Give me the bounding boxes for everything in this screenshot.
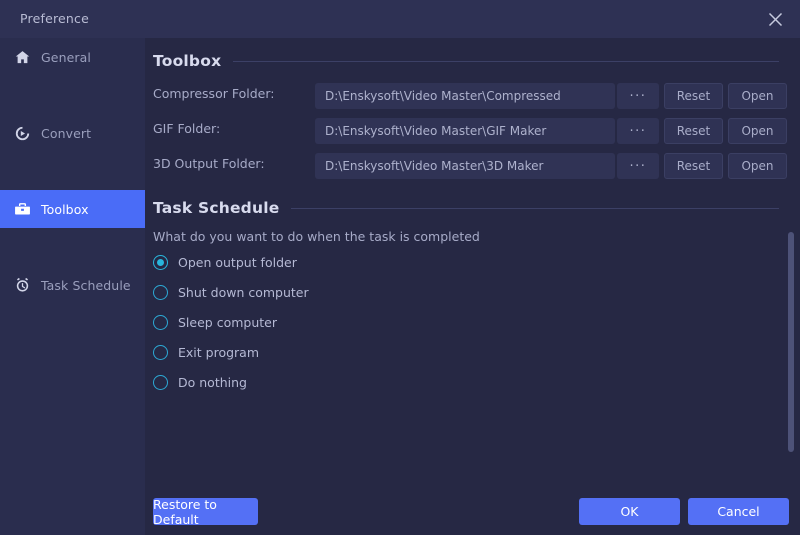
gif-folder-browse-button[interactable]: ··· <box>617 118 659 144</box>
sidebar-item-general[interactable]: General <box>0 38 145 76</box>
radio-mark <box>153 315 168 330</box>
section-divider <box>233 60 779 62</box>
3d-output-folder-label: 3D Output Folder: <box>153 156 265 171</box>
radio-mark <box>153 255 168 270</box>
window-title: Preference <box>20 11 90 26</box>
radio-label: Exit program <box>178 345 259 360</box>
alarm-clock-icon <box>12 275 32 295</box>
gif-folder-reset-button[interactable]: Reset <box>664 118 723 144</box>
gif-folder-input[interactable]: D:\Enskysoft\Video Master\GIF Maker <box>315 118 615 144</box>
preference-dialog: Preference General Convert Toolbox Task … <box>0 0 800 535</box>
sidebar-item-task-schedule[interactable]: Task Schedule <box>0 266 145 304</box>
radio-sleep-computer[interactable]: Sleep computer <box>153 315 277 330</box>
section-title: Task Schedule <box>153 199 280 217</box>
compressor-folder-label: Compressor Folder: <box>153 86 275 101</box>
section-divider <box>291 207 779 209</box>
radio-do-nothing[interactable]: Do nothing <box>153 375 247 390</box>
convert-icon <box>12 123 32 143</box>
restore-to-default-button[interactable]: Restore to Default <box>153 497 258 527</box>
compressor-folder-input[interactable]: D:\Enskysoft\Video Master\Compressed <box>315 83 615 109</box>
gif-folder-open-button[interactable]: Open <box>728 118 787 144</box>
radio-label: Sleep computer <box>178 315 277 330</box>
cancel-button[interactable]: Cancel <box>688 498 789 525</box>
radio-open-output-folder[interactable]: Open output folder <box>153 255 297 270</box>
main-panel: Toolbox Compressor Folder: D:\Enskysoft\… <box>145 38 800 535</box>
compressor-folder-reset-button[interactable]: Reset <box>664 83 723 109</box>
sidebar-item-toolbox[interactable]: Toolbox <box>0 190 145 228</box>
compressor-folder-browse-button[interactable]: ··· <box>617 83 659 109</box>
scrollbar-track[interactable] <box>788 232 794 490</box>
radio-mark <box>153 285 168 300</box>
sidebar-item-convert[interactable]: Convert <box>0 114 145 152</box>
sidebar-item-label: Toolbox <box>41 201 89 217</box>
radio-mark <box>153 375 168 390</box>
3d-output-folder-input[interactable]: D:\Enskysoft\Video Master\3D Maker <box>315 153 615 179</box>
ok-button[interactable]: OK <box>579 498 680 525</box>
radio-label: Do nothing <box>178 375 247 390</box>
radio-shut-down-computer[interactable]: Shut down computer <box>153 285 309 300</box>
scrollbar-thumb[interactable] <box>788 232 794 452</box>
sidebar-item-label: General <box>41 49 91 65</box>
sidebar: General Convert Toolbox Task Schedule <box>0 38 145 535</box>
task-schedule-section-header: Task Schedule <box>153 199 793 217</box>
radio-label: Shut down computer <box>178 285 309 300</box>
title-bar: Preference <box>0 0 800 38</box>
task-schedule-subtitle: What do you want to do when the task is … <box>153 229 480 244</box>
3d-output-folder-reset-button[interactable]: Reset <box>664 153 723 179</box>
sidebar-item-label: Convert <box>41 125 92 141</box>
toolbox-section-header: Toolbox <box>153 52 793 70</box>
radio-label: Open output folder <box>178 255 297 270</box>
home-icon <box>12 47 32 67</box>
3d-output-folder-open-button[interactable]: Open <box>728 153 787 179</box>
sidebar-item-label: Task Schedule <box>41 277 131 293</box>
3d-output-folder-browse-button[interactable]: ··· <box>617 153 659 179</box>
compressor-folder-open-button[interactable]: Open <box>728 83 787 109</box>
gif-folder-label: GIF Folder: <box>153 121 221 136</box>
radio-exit-program[interactable]: Exit program <box>153 345 259 360</box>
section-title: Toolbox <box>153 52 222 70</box>
toolbox-icon <box>12 199 32 219</box>
close-icon[interactable] <box>762 7 788 31</box>
radio-mark <box>153 345 168 360</box>
